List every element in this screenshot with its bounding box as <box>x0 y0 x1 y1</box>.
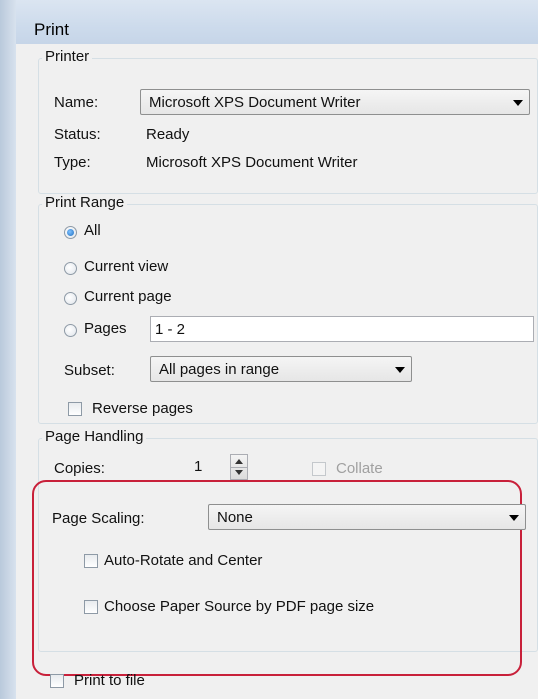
reverse-pages-checkbox[interactable] <box>68 402 82 416</box>
title-bar[interactable]: Print <box>16 0 538 45</box>
page-handling-legend: Page Handling <box>42 428 147 445</box>
page-scaling-label: Page Scaling: <box>52 510 145 527</box>
print-to-file-checkbox[interactable] <box>50 674 64 688</box>
printer-status-value: Ready <box>146 126 190 143</box>
radio-current-view-label: Current view <box>84 258 169 275</box>
spin-down-icon <box>235 470 243 475</box>
printer-name-label: Name: <box>54 94 99 111</box>
window-title: Print <box>34 20 69 39</box>
spin-divider <box>231 467 247 468</box>
printer-type-label: Type: <box>54 154 91 171</box>
subset-label: Subset: <box>64 362 115 379</box>
chevron-down-icon <box>395 367 405 373</box>
radio-pages-label: Pages <box>84 320 127 337</box>
print-dialog: Printer Name: Microsoft XPS Document Wri… <box>16 44 538 699</box>
page-scaling-value: None <box>217 509 253 526</box>
reverse-pages-label: Reverse pages <box>92 400 193 417</box>
copies-label: Copies: <box>54 460 105 477</box>
window-left-edge <box>0 0 16 699</box>
printer-name-value: Microsoft XPS Document Writer <box>149 94 361 111</box>
printer-type-value: Microsoft XPS Document Writer <box>146 154 358 171</box>
copies-input[interactable]: 1 <box>166 454 230 480</box>
auto-rotate-checkbox[interactable] <box>84 554 98 568</box>
chevron-down-icon <box>509 515 519 521</box>
paper-source-checkbox[interactable] <box>84 600 98 614</box>
print-to-file-label: Print to file <box>74 672 145 689</box>
subset-value: All pages in range <box>159 361 280 378</box>
copies-value: 1 <box>194 458 203 475</box>
radio-current-page[interactable] <box>64 292 77 305</box>
printer-group <box>38 58 538 194</box>
auto-rotate-label: Auto-Rotate and Center <box>104 552 263 569</box>
subset-select[interactable]: All pages in range <box>150 356 412 382</box>
radio-pages[interactable] <box>64 324 77 337</box>
printer-name-select[interactable]: Microsoft XPS Document Writer <box>140 89 530 115</box>
radio-all-label: All <box>84 222 101 239</box>
print-range-legend: Print Range <box>42 194 128 211</box>
pages-range-value: 1 - 2 <box>155 321 186 338</box>
collate-label: Collate <box>336 460 383 477</box>
spin-up-icon <box>235 459 243 464</box>
page-scaling-select[interactable]: None <box>208 504 526 530</box>
pages-range-input[interactable]: 1 - 2 <box>150 316 534 342</box>
paper-source-label: Choose Paper Source by PDF page size <box>104 598 375 615</box>
printer-status-label: Status: <box>54 126 101 143</box>
copies-spinner[interactable] <box>230 454 248 480</box>
radio-current-view[interactable] <box>64 262 77 275</box>
collate-checkbox[interactable] <box>312 462 326 476</box>
radio-current-page-label: Current page <box>84 288 172 305</box>
print-range-group <box>38 204 538 424</box>
printer-group-legend: Printer <box>42 48 93 65</box>
radio-all[interactable] <box>64 226 77 239</box>
chevron-down-icon <box>513 100 523 106</box>
